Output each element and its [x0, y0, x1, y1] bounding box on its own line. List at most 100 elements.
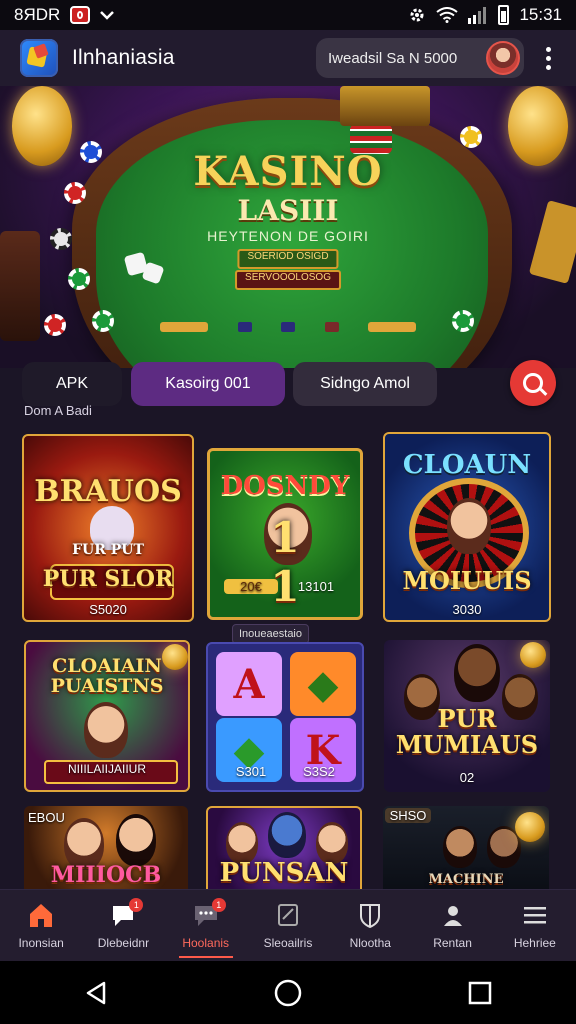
- game-subtitle: MOIUUIS: [402, 566, 532, 595]
- woman-portrait: [84, 702, 128, 758]
- more-vert-icon[interactable]: [536, 46, 560, 70]
- woman-portrait: [447, 498, 491, 554]
- nav-label: Hoolanis: [182, 936, 230, 950]
- game-price: S301: [235, 764, 267, 779]
- notification-badge: 1: [129, 898, 144, 912]
- chip-icon: [92, 310, 114, 332]
- player-portrait: [454, 644, 500, 702]
- game-card[interactable]: PUR MUMIAUS 02: [384, 640, 550, 792]
- game-subtitle: 1 1: [270, 513, 340, 611]
- filter-chip-apk[interactable]: APK: [22, 362, 122, 406]
- status-time: 15:31: [519, 5, 562, 24]
- nav-item-menu[interactable]: Hehriee: [494, 890, 576, 962]
- section-label: Dom A Badi: [24, 403, 92, 418]
- home-circle-icon[interactable]: [268, 973, 308, 1013]
- cards-icon: [277, 904, 298, 926]
- gold-coin-icon: [162, 644, 188, 670]
- chip-icon: [452, 310, 474, 332]
- game-line: FUR PUT: [72, 542, 144, 558]
- app-bar: Ilnhaniasia Iweadsil Sa N 5000: [0, 30, 576, 86]
- avatar[interactable]: [486, 41, 520, 75]
- game-card[interactable]: BRAUOS FUR PUT PUR SLOR S5020: [22, 434, 194, 622]
- shield-icon: [360, 904, 381, 928]
- game-title: PUNSAN: [219, 858, 349, 888]
- game-subtitle: NIIILAIIJAIIUR: [67, 762, 147, 776]
- game-title: CLOAIAIN PUAISTNS: [50, 655, 164, 697]
- user-icon: [443, 906, 462, 926]
- chip-icon: [44, 314, 66, 336]
- hero-line: HEYTENON DE GOIRI: [207, 228, 369, 244]
- game-price: 02: [459, 770, 475, 785]
- gear-icon: [410, 8, 424, 22]
- game-tag: Inoueaestaio: [232, 624, 309, 644]
- man-portrait: [268, 812, 306, 858]
- nav-label: Hehriee: [513, 936, 556, 950]
- search-field-text: Iweadsil Sa N 5000: [328, 49, 458, 67]
- nav-label: Dlebeidnr: [97, 936, 150, 950]
- wifi-icon: [436, 7, 459, 23]
- game-card[interactable]: SHSO MACHINE: [383, 806, 549, 896]
- app-title: Ilnhaniasia: [72, 46, 175, 69]
- chip-icon: [460, 126, 482, 148]
- chevron-down-icon: [100, 11, 115, 20]
- app-badge-icon: [70, 6, 91, 24]
- game-corner-label: SHSO: [385, 808, 431, 823]
- hero-tag-2: SERVOOOLOSOG: [235, 270, 341, 290]
- nav-item-messages[interactable]: 1 Hoolanis: [165, 890, 247, 962]
- nav-label: Inonsian: [18, 936, 64, 950]
- game-title: PUR MUMIAUS: [395, 704, 539, 759]
- game-corner-label: EBOU: [28, 810, 65, 825]
- status-text: 8ЯDR: [14, 5, 61, 24]
- nav-item-shield[interactable]: Nlootha: [329, 890, 411, 962]
- game-line: 20€: [224, 579, 278, 594]
- game-card[interactable]: DOSNDY 1 1 20€ 13101: [207, 448, 363, 620]
- table-rail: [160, 322, 416, 336]
- game-title: BRAUOS: [34, 474, 182, 509]
- game-price: 3030: [452, 602, 482, 617]
- filter-row: APK Kasoirg 001 Sidngo Amol: [0, 360, 576, 406]
- card-shoe: [340, 86, 430, 126]
- filter-chip-kasino[interactable]: Kasoirg 001: [131, 362, 285, 406]
- hero-tag-1: SOERIOD OSIGD: [237, 249, 339, 269]
- home-icon: [30, 904, 53, 927]
- recents-icon[interactable]: [460, 973, 500, 1013]
- nav-item-cards[interactable]: Sleoailris: [247, 890, 329, 962]
- system-nav-bar: [0, 961, 576, 1024]
- nav-item-chat[interactable]: 1 Dlebeidnr: [82, 890, 164, 962]
- hero-subtitle: LASIII: [237, 194, 339, 227]
- game-price: 13101: [297, 579, 335, 594]
- game-price: S5020: [89, 602, 127, 617]
- game-card[interactable]: EBOU MIIIOCB: [24, 806, 188, 896]
- game-title: DOSNDY: [220, 471, 350, 501]
- man-portrait: [443, 826, 477, 868]
- battery-icon: [498, 5, 510, 25]
- message-icon: 1: [192, 898, 226, 928]
- leaf-tile-icon: ◆: [290, 652, 356, 716]
- game-subtitle: PUR SLOR: [42, 566, 174, 592]
- menu-icon: [523, 907, 546, 924]
- signal-icon: [468, 7, 487, 24]
- status-bar: 8ЯDR 15:31: [0, 0, 576, 30]
- game-title: MIIIOCB: [50, 862, 162, 888]
- nav-label: Sleoailris: [263, 936, 313, 950]
- game-title: CLOAUN: [402, 450, 532, 480]
- filter-chip-sidngo[interactable]: Sidngo Amol: [293, 362, 437, 406]
- game-card[interactable]: PUNSAN: [206, 806, 362, 896]
- game-title: MACHINE: [428, 872, 504, 887]
- game-card[interactable]: CLOAIAIN PUAISTNS NIIILAIIJAIIUR: [24, 640, 190, 792]
- back-icon[interactable]: [76, 973, 116, 1013]
- game-card[interactable]: CLOAUN MOIUUIS 3030: [383, 432, 551, 622]
- game-title: A: [216, 652, 282, 716]
- chip-icon: [68, 268, 90, 290]
- app-logo: [20, 39, 58, 77]
- game-card[interactable]: A ◆ ◆ K S301 S3S2: [206, 642, 364, 792]
- bottom-nav: Inonsian 1 Dlebeidnr 1 Hoolanis Sleoailr…: [0, 889, 576, 962]
- chat-icon: 1: [109, 898, 144, 928]
- nav-item-profile[interactable]: Rentan: [411, 890, 493, 962]
- nav-item-home[interactable]: Inonsian: [0, 890, 82, 962]
- search-field[interactable]: Iweadsil Sa N 5000: [316, 38, 524, 78]
- search-button[interactable]: [510, 360, 556, 406]
- woman-portrait: [116, 814, 156, 866]
- notification-badge: 1: [211, 898, 226, 912]
- hero-banner[interactable]: KASINO LASIII HEYTENON DE GOIRI SOERIOD …: [0, 86, 576, 368]
